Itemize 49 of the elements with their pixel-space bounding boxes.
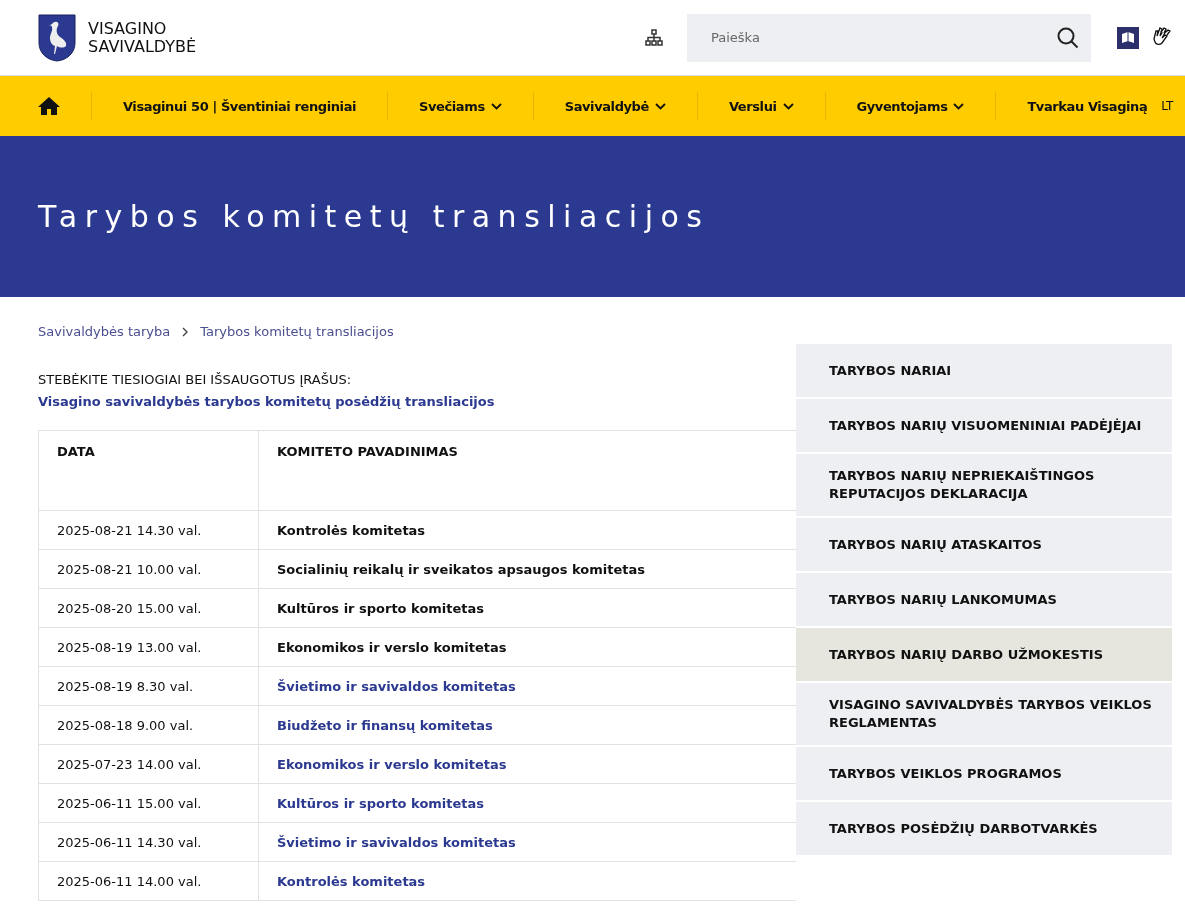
home-icon	[38, 96, 60, 116]
site-logo[interactable]: VISAGINO SAVIVALDYBĖ	[38, 13, 197, 62]
nav-link[interactable]: Svečiams	[419, 76, 502, 136]
search-field[interactable]: Paieška	[709, 29, 1057, 46]
date-cell: 2025-08-21 10.00 val.	[38, 549, 259, 589]
broadcasts-link[interactable]: Visagino savivaldybės tarybos komitetų posėdžių transliacijos	[38, 394, 495, 409]
committee-link[interactable]: Kultūros ir sporto komitetas	[277, 795, 485, 811]
sidebar-item[interactable]: TARYBOS NARIAI	[796, 344, 1172, 399]
sidebar-item[interactable]: TARYBOS NARIŲ ATASKAITOS	[796, 518, 1172, 573]
nav-link[interactable]: Visaginui 50 | Šventiniai renginiai	[122, 76, 357, 136]
coat-of-arms-icon	[38, 13, 76, 62]
committee-link[interactable]: Švietimo ir savivaldos komitetas	[277, 834, 516, 850]
sidebar-item[interactable]: TARYBOS POSĖDŽIŲ DARBOTVARKĖS	[796, 802, 1172, 857]
nav-link[interactable]: Tvarkau Visaginą	[1027, 76, 1148, 136]
breadcrumb-link[interactable]: Savivaldybės taryba	[38, 324, 171, 339]
column-header: DATA	[38, 430, 259, 511]
sitemap-icon[interactable]	[645, 29, 663, 46]
nav-link[interactable]: Savivaldybė	[564, 76, 666, 136]
sidebar-item[interactable]: TARYBOS NARIŲ LANKOMUMAS	[796, 573, 1172, 628]
breadcrumb-link[interactable]: Tarybos komitetų transliacijos	[200, 324, 394, 339]
sidebar-item[interactable]: TARYBOS VEIKLOS PROGRAMOS	[796, 747, 1172, 802]
date-cell: 2025-06-11 15.00 val.	[38, 783, 259, 823]
committee-link[interactable]: Ekonomikos ir verslo komitetas	[277, 756, 507, 772]
search-bar[interactable]: Paieška	[687, 13, 1091, 62]
date-cell: 2025-08-18 9.00 val.	[38, 705, 259, 745]
page-title: Tarybos komitetų transliacijos	[38, 199, 710, 234]
date-cell: 2025-06-11 14.00 val.	[38, 861, 259, 901]
chevron-right-icon	[182, 326, 189, 337]
sidebar-item[interactable]: TARYBOS NARIŲ VISUOMENINIAI PADĖJĖJAI	[796, 399, 1172, 454]
date-cell: 2025-08-21 14.30 val.	[38, 510, 259, 550]
search-icon[interactable]	[1057, 26, 1079, 49]
site-name: VISAGINO SAVIVALDYBĖ	[88, 19, 197, 56]
committee-link[interactable]: Kontrolės komitetas	[277, 873, 426, 889]
date-cell: 2025-07-23 14.00 val.	[38, 744, 259, 784]
column-header: KOMITETO PAVADINIMAS	[258, 430, 796, 511]
nav-link[interactable]: Verslui	[728, 76, 794, 136]
committee-link[interactable]: Švietimo ir savivaldos komitetas	[277, 678, 516, 694]
sidebar-item[interactable]: VISAGINO SAVIVALDYBĖS TARYBOS VEIKLOS REGLAMENTAS	[796, 683, 1172, 747]
sidebar-item[interactable]: TARYBOS NARIŲ NEPRIEKAIŠTINGOS REPUTACIJOS DEKLARACIJA	[796, 454, 1172, 518]
date-cell: 2025-08-19 8.30 val.	[38, 666, 259, 706]
date-cell: 2025-08-19 13.00 val.	[38, 627, 259, 667]
date-cell: 2025-08-20 15.00 val.	[38, 588, 259, 628]
sidebar-item[interactable]: TARYBOS NARIŲ DARBO UŽMOKESTIS	[796, 628, 1172, 683]
date-cell: 2025-06-11 14.30 val.	[38, 822, 259, 862]
book-icon[interactable]	[1117, 26, 1139, 49]
intro-text: STEBĖKITE TIESIOGIAI BEI IŠSAUGOTUS ĮRAŠUS: Visagino savivaldybės tarybos komitetų posėdžių transliacijos	[38, 371, 496, 411]
language-link[interactable]: LT	[1147, 76, 1173, 136]
nav-link[interactable]: Gyventojams	[856, 76, 965, 136]
committee-link[interactable]: Biudžeto ir finansų komitetas	[277, 717, 493, 733]
